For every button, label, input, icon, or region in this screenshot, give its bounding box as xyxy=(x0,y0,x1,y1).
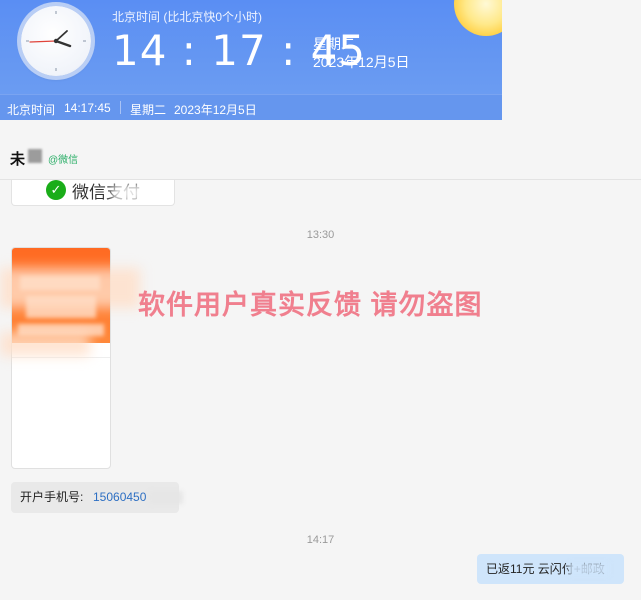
reply-message-bubble[interactable]: 已返11元 云闪付+邮政 xyxy=(477,554,624,584)
bar-date: 2023年12月5日 xyxy=(174,103,257,117)
sun-icon xyxy=(454,0,502,36)
clock-widget: 北京时间 (比北京快0个小时) 14 : 17 : 45 星期二 2023年12… xyxy=(0,0,502,120)
message-timestamp: 14:17 xyxy=(306,534,335,546)
clock-status-bar: 北京时间 14:17:45 星期二 2023年12月5日 xyxy=(0,94,502,120)
timezone-label: 北京时间 (比北京快0个小时) xyxy=(112,10,263,24)
clock-main-panel: 北京时间 (比北京快0个小时) 14 : 17 : 45 星期二 2023年12… xyxy=(0,0,502,94)
wechat-pay-card[interactable]: ✓ 微信支付 xyxy=(11,180,175,206)
phone-number-redaction xyxy=(149,491,183,504)
weekday-label: 星期二 xyxy=(313,36,355,52)
phone-number-link[interactable]: 15060450 xyxy=(93,482,146,513)
contact-name[interactable]: 未 xyxy=(10,148,25,169)
wechat-pay-icon: ✓ xyxy=(46,180,66,200)
redaction-smudge xyxy=(0,332,90,356)
bar-divider xyxy=(120,101,121,114)
analog-clock-icon xyxy=(21,6,91,76)
watermark-text: 软件用户真实反馈 请勿盗图 xyxy=(138,290,483,320)
date-label: 2023年12月5日 xyxy=(313,54,410,70)
reply-redaction xyxy=(569,562,609,576)
bar-time: 14:17:45 xyxy=(64,101,111,115)
bar-weekday: 星期二 xyxy=(130,103,167,117)
phone-label: 开户手机号: xyxy=(20,490,84,504)
bar-timezone-label: 北京时间 xyxy=(7,103,56,117)
phone-number-message[interactable]: 开户手机号: 15060450 xyxy=(11,482,183,513)
redaction-smudge xyxy=(0,268,140,308)
message-timestamp: 13:30 xyxy=(306,229,335,241)
redaction-smudge xyxy=(112,184,174,202)
chat-header: 未 @微信 xyxy=(0,133,641,180)
contact-name-redaction xyxy=(28,149,42,163)
contact-source-tag: @微信 xyxy=(48,155,79,166)
